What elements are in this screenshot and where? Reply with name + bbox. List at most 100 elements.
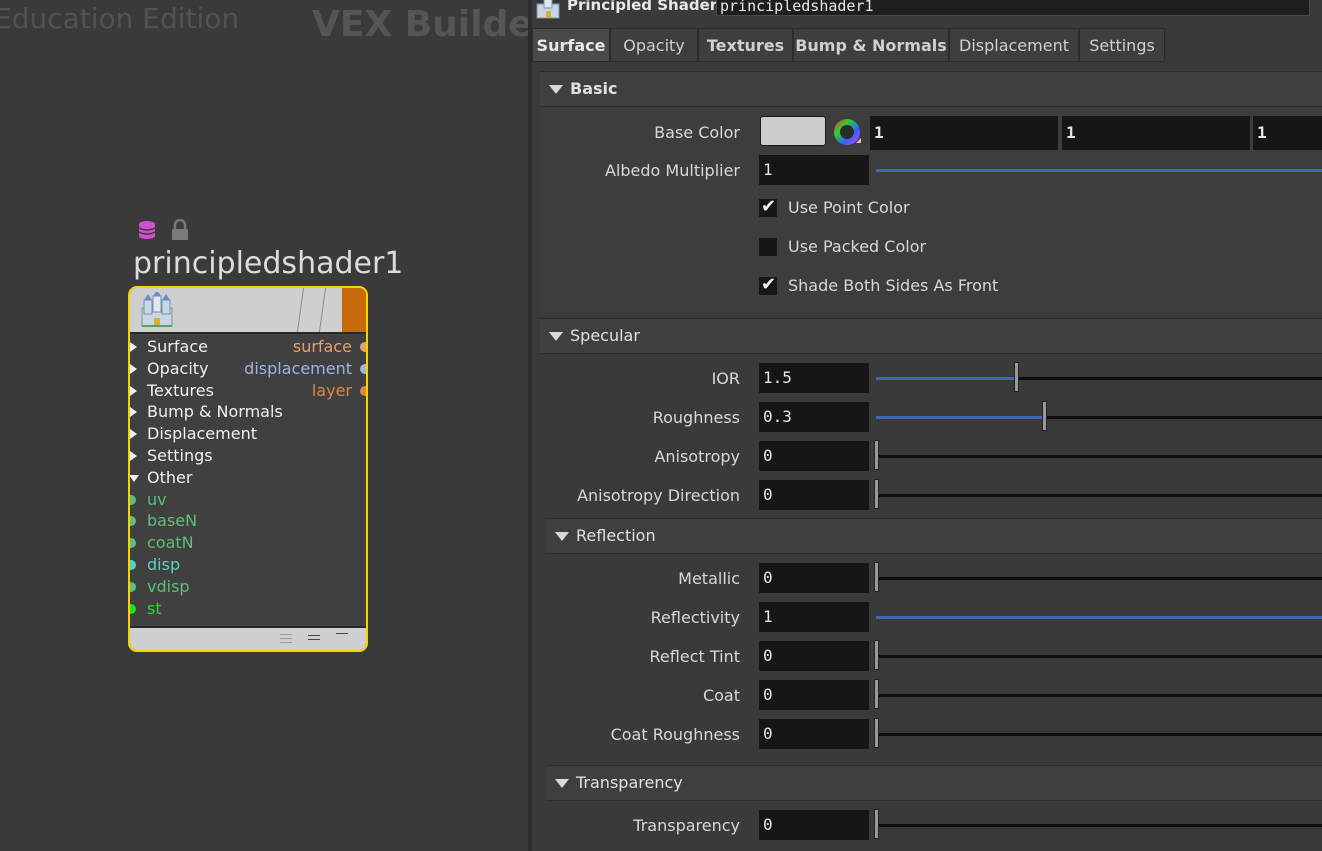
collapse-triangle-icon [555,779,569,788]
output-displacement-label: displacement [244,359,352,378]
coat-label: Coat [702,686,740,705]
collapse-triangle-icon [555,532,569,541]
anisotropy-label: Anisotropy [654,447,740,466]
surface-tab-content: Basic Base Color 1 1 1 Albedo Multiplier… [540,62,1322,851]
slider-handle[interactable] [874,640,879,670]
albedo-multiplier-label: Albedo Multiplier [605,161,740,180]
output-layer-port[interactable] [360,386,366,396]
coat-field[interactable]: 0 [759,680,869,710]
base-color-b-field[interactable]: 1 [1253,116,1322,150]
section-specular-header[interactable]: Specular [540,318,1322,354]
expand-all-icon[interactable] [280,632,292,644]
input-port-coatn[interactable] [130,538,136,548]
base-color-g-field[interactable]: 1 [1062,116,1250,150]
slider-handle[interactable] [874,718,879,748]
castle-icon [138,290,176,328]
slider-handle[interactable] [874,479,879,509]
roughness-slider[interactable] [876,401,1322,431]
reflectivity-field[interactable]: 1 [759,602,869,632]
node-name-label: principledshader1 [133,246,404,281]
ior-slider[interactable] [876,362,1322,392]
node-name-field[interactable]: principledshader1 [716,0,1310,16]
lock-icon[interactable] [171,218,189,241]
transparency-field[interactable]: 0 [759,810,869,840]
collapse-triangle-icon [549,332,563,341]
network-editor-pane[interactable]: Education Edition VEX Builder principled… [0,0,528,851]
slider-handle[interactable] [874,679,879,709]
slider-handle[interactable] [1042,401,1047,431]
anisotropy-direction-label: Anisotropy Direction [577,486,740,505]
input-coatn-label: coatN [147,533,194,552]
section-specular-title: Specular [570,326,640,345]
reflect-tint-field[interactable]: 0 [759,641,869,671]
section-reflection-header[interactable]: Reflection [546,518,1322,554]
reflect-tint-label: Reflect Tint [649,647,740,666]
anisotropy-slider[interactable] [874,440,1322,470]
slider-handle[interactable] [874,809,879,839]
node-header[interactable] [130,288,366,334]
slider-handle[interactable] [1014,362,1019,392]
coat-roughness-slider[interactable] [874,718,1322,748]
output-surface-port[interactable] [360,342,366,352]
node-footer[interactable] [130,626,366,650]
base-color-label: Base Color [654,123,740,142]
param-header: Principled Shader principledshader1 [532,0,1322,22]
castle-icon [534,0,562,20]
input-port-basen[interactable] [130,516,136,526]
color-wheel-icon[interactable] [832,117,862,147]
tab-settings[interactable]: Settings [1079,28,1165,62]
coat-roughness-label: Coat Roughness [610,725,740,744]
section-reflection-title: Reflection [576,526,656,545]
tab-bump-normals[interactable]: Bump & Normals [793,28,949,62]
collapse-triangle-icon [549,85,563,94]
output-displacement-port[interactable] [360,364,366,374]
ior-field[interactable]: 1.5 [759,363,869,393]
reflectivity-slider[interactable] [876,616,1322,619]
albedo-multiplier-field[interactable]: 1 [759,155,869,185]
metallic-label: Metallic [678,569,740,588]
transparency-slider[interactable] [874,809,1322,839]
metallic-field[interactable]: 0 [759,563,869,593]
database-icon[interactable] [138,220,156,240]
expand-used-icon[interactable] [308,632,320,644]
use-point-color-checkbox[interactable]: ✔ [759,196,777,217]
tab-displacement[interactable]: Displacement [949,28,1079,62]
anisotropy-direction-field[interactable]: 0 [759,480,869,510]
use-packed-color-label: Use Packed Color [788,237,927,256]
use-packed-color-checkbox[interactable] [759,238,777,256]
tab-surface[interactable]: Surface [532,28,610,62]
tab-textures[interactable]: Textures [698,28,793,62]
input-st-label: st [147,599,162,618]
tab-opacity[interactable]: Opacity [610,28,698,62]
input-port-st[interactable] [130,604,136,614]
context-title: VEX Builder [312,4,528,45]
input-port-disp[interactable] [130,560,136,570]
base-color-swatch[interactable] [760,116,826,146]
slider-handle[interactable] [874,562,879,592]
reflect-tint-slider[interactable] [874,640,1322,670]
input-port-uv[interactable] [130,495,136,505]
roughness-field[interactable]: 0.3 [759,402,869,432]
shade-both-sides-checkbox[interactable]: ✔ [759,274,777,295]
anisotropy-direction-slider[interactable] [874,479,1322,509]
slider-handle[interactable] [874,440,879,470]
section-basic-header[interactable]: Basic [540,71,1322,107]
metallic-slider[interactable] [874,562,1322,592]
transparency-label: Transparency [633,816,740,835]
input-vdisp-label: vdisp [147,577,190,596]
input-port-vdisp[interactable] [130,582,136,592]
base-color-r-field[interactable]: 1 [870,116,1058,150]
coat-roughness-field[interactable]: 0 [759,719,869,749]
node-color-flag[interactable] [342,288,366,332]
anisotropy-field[interactable]: 0 [759,441,869,471]
edition-watermark: Education Edition [0,2,240,35]
input-disp-label: disp [147,555,181,574]
reflectivity-label: Reflectivity [650,608,740,627]
albedo-multiplier-slider[interactable] [876,169,1322,172]
coat-slider[interactable] [874,679,1322,709]
collapse-icon[interactable] [336,632,348,644]
principled-shader-node[interactable]: Surface Opacity Textures Bump & Normals … [128,286,368,652]
section-transparency-header[interactable]: Transparency [546,765,1322,801]
use-point-color-label: Use Point Color [788,198,910,217]
node-type-label: Principled Shader [567,0,718,14]
